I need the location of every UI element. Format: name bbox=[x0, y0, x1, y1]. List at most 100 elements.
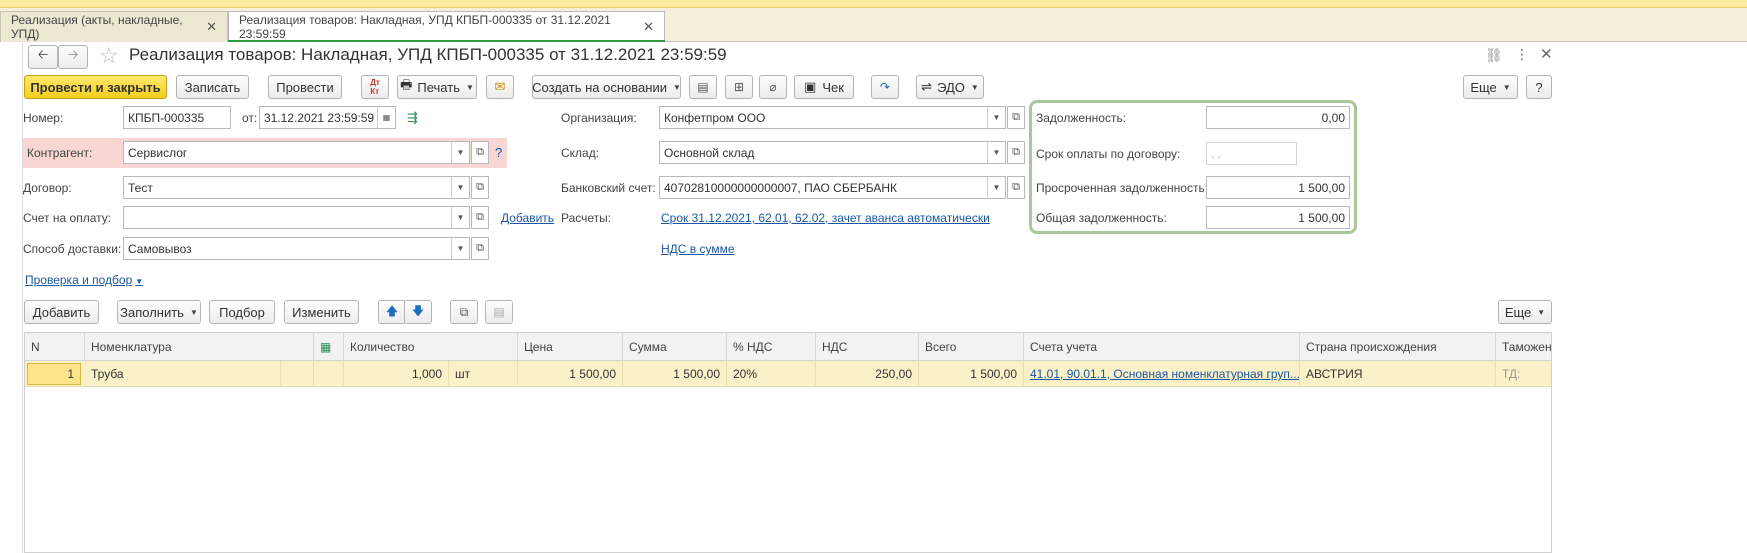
forward-button[interactable]: 🡢 bbox=[58, 45, 88, 69]
col-accounts[interactable]: Счета учета bbox=[1024, 333, 1300, 361]
cell-vat-rate[interactable]: 20% bbox=[727, 361, 816, 387]
more-button[interactable]: Еще ▼ bbox=[1463, 75, 1518, 99]
cell-qty[interactable]: 1,000 bbox=[344, 361, 449, 387]
paperclip-icon[interactable]: ⌀ bbox=[759, 75, 787, 99]
bank-account-value: 40702810000000000007, ПАО СБЕРБАНК bbox=[664, 180, 897, 195]
cell-unit[interactable]: шт bbox=[449, 361, 518, 387]
open-icon[interactable]: ⧉ bbox=[1007, 106, 1025, 129]
copy-icon[interactable]: ⧉ bbox=[450, 300, 478, 324]
open-icon[interactable]: ⧉ bbox=[471, 141, 489, 164]
add-row-button[interactable]: Добавить bbox=[24, 300, 99, 324]
history-icon[interactable]: ⇶ bbox=[407, 110, 418, 126]
col-sum[interactable]: Сумма bbox=[623, 333, 727, 361]
chevron-down-icon[interactable]: ▼ bbox=[451, 177, 469, 198]
warehouse-field[interactable]: Основной склад ▼ bbox=[659, 141, 1006, 164]
counterparty-field[interactable]: Сервислог ▼ bbox=[123, 141, 470, 164]
pick-button[interactable]: Подбор bbox=[209, 300, 275, 324]
table-row[interactable]: 1 Труба 1,000 шт 1 500,00 1 500,00 20% 2… bbox=[25, 361, 1551, 387]
col-item[interactable]: Номенклатура bbox=[85, 333, 314, 361]
edo-button[interactable]: ⇌ ЭДО ▼ bbox=[916, 75, 984, 99]
table-header: N Номенклатура ▦ Количество Цена Сумма %… bbox=[25, 333, 1551, 361]
create-based-on-button[interactable]: Создать на основании ▼ bbox=[532, 75, 681, 99]
chevron-down-icon[interactable]: ▼ bbox=[987, 177, 1005, 198]
check-and-pick-link[interactable]: Проверка и подбор ▼ bbox=[25, 273, 143, 287]
post-and-close-button[interactable]: Провести и закрыть bbox=[24, 75, 167, 99]
question-icon[interactable]: ? bbox=[495, 145, 502, 160]
col-vat[interactable]: НДС bbox=[816, 333, 919, 361]
receipt-button[interactable]: ▣ Чек bbox=[794, 75, 854, 99]
col-barcode-icon[interactable]: ▦ bbox=[314, 333, 344, 361]
date-value: 31.12.2021 23:59:59 bbox=[264, 110, 375, 125]
close-icon[interactable]: ✕ bbox=[1540, 45, 1553, 63]
col-country[interactable]: Страна происхождения bbox=[1300, 333, 1496, 361]
open-icon[interactable]: ⧉ bbox=[471, 237, 489, 260]
move-up-icon[interactable]: 🡅 bbox=[378, 300, 406, 324]
more-vertical-icon[interactable]: ⋮ bbox=[1515, 46, 1529, 63]
col-n[interactable]: N bbox=[25, 333, 85, 361]
open-icon[interactable]: ⧉ bbox=[1007, 141, 1025, 164]
calendar-icon[interactable]: ▦ bbox=[377, 107, 395, 128]
vat-link[interactable]: НДС в сумме bbox=[661, 242, 735, 256]
open-icon[interactable]: ⧉ bbox=[471, 176, 489, 199]
table-more-button[interactable]: Еще ▼ bbox=[1498, 300, 1552, 324]
chevron-down-icon[interactable]: ▼ bbox=[987, 107, 1005, 128]
contract-field[interactable]: Тест ▼ bbox=[123, 176, 470, 199]
cell-n[interactable]: 1 bbox=[27, 363, 81, 385]
save-button[interactable]: Записать bbox=[176, 75, 249, 99]
number-field[interactable]: КПБП-000335 bbox=[123, 106, 231, 129]
back-button[interactable]: 🡠 bbox=[28, 45, 58, 69]
cell-vat[interactable]: 250,00 bbox=[816, 361, 919, 387]
cell-item[interactable]: Труба bbox=[85, 361, 281, 387]
document-list-icon[interactable]: ▤ bbox=[689, 75, 717, 99]
settlements-link[interactable]: Срок 31.12.2021, 62.01, 62.02, зачет ава… bbox=[661, 211, 990, 225]
workflow-arrow-icon[interactable]: ↷ bbox=[871, 75, 899, 99]
cell-total[interactable]: 1 500,00 bbox=[919, 361, 1024, 387]
printer-icon: 🖶 bbox=[400, 77, 413, 92]
invoice-field[interactable]: ▼ bbox=[123, 206, 470, 229]
delivery-field[interactable]: Самовывоз ▼ bbox=[123, 237, 470, 260]
move-down-icon[interactable]: 🡇 bbox=[404, 300, 432, 324]
accounts-link[interactable]: 41.01, 90.01.1, Основная номенклатурная … bbox=[1030, 367, 1299, 381]
structure-icon[interactable]: ⊞ bbox=[725, 75, 753, 99]
cell-accounts[interactable]: 41.01, 90.01.1, Основная номенклатурная … bbox=[1024, 361, 1300, 387]
cell-customs[interactable]: ТД: bbox=[1496, 361, 1551, 387]
email-icon[interactable]: ✉ bbox=[486, 75, 514, 99]
dt-kt-icon[interactable]: Дт Кт bbox=[361, 75, 389, 99]
col-qty[interactable]: Количество bbox=[344, 333, 518, 361]
col-vat-rate[interactable]: % НДС bbox=[727, 333, 816, 361]
fill-button[interactable]: Заполнить ▼ bbox=[117, 300, 201, 324]
paste-icon[interactable]: ▤ bbox=[485, 300, 513, 324]
chevron-down-icon[interactable]: ▼ bbox=[451, 238, 469, 259]
col-price[interactable]: Цена bbox=[518, 333, 623, 361]
chevron-down-icon[interactable]: ▼ bbox=[987, 142, 1005, 163]
goods-table[interactable]: N Номенклатура ▦ Количество Цена Сумма %… bbox=[24, 332, 1552, 553]
print-button[interactable]: 🖶 Печать ▼ bbox=[397, 75, 477, 99]
close-icon[interactable]: ✕ bbox=[643, 19, 654, 35]
close-icon[interactable]: ✕ bbox=[206, 19, 217, 35]
cell-barcode[interactable] bbox=[314, 361, 344, 387]
help-button[interactable]: ? bbox=[1526, 75, 1552, 99]
chevron-down-icon: ▼ bbox=[1502, 82, 1511, 92]
tab-sales-list[interactable]: Реализация (акты, накладные, УПД) ✕ bbox=[0, 11, 228, 42]
overdue-debt-field: 1 500,00 bbox=[1206, 176, 1350, 199]
link-icon[interactable]: ⛓ bbox=[1485, 47, 1503, 64]
cell-item-extra[interactable] bbox=[281, 361, 314, 387]
bank-account-field[interactable]: 40702810000000000007, ПАО СБЕРБАНК ▼ bbox=[659, 176, 1006, 199]
cell-sum[interactable]: 1 500,00 bbox=[623, 361, 727, 387]
organization-field[interactable]: Конфетпром ООО ▼ bbox=[659, 106, 1006, 129]
col-total[interactable]: Всего bbox=[919, 333, 1024, 361]
date-field[interactable]: 31.12.2021 23:59:59 ▦ bbox=[259, 106, 396, 129]
col-customs[interactable]: Таможен bbox=[1496, 333, 1551, 361]
favorite-star-icon[interactable]: ☆ bbox=[99, 43, 119, 69]
chevron-down-icon[interactable]: ▼ bbox=[451, 207, 469, 228]
change-button[interactable]: Изменить bbox=[284, 300, 359, 324]
post-button[interactable]: Провести bbox=[268, 75, 342, 99]
open-icon[interactable]: ⧉ bbox=[471, 206, 489, 229]
organization-label: Организация: bbox=[561, 111, 637, 125]
chevron-down-icon[interactable]: ▼ bbox=[451, 142, 469, 163]
open-icon[interactable]: ⧉ bbox=[1007, 176, 1025, 199]
add-invoice-link[interactable]: Добавить bbox=[501, 211, 554, 225]
cell-price[interactable]: 1 500,00 bbox=[518, 361, 623, 387]
cell-country[interactable]: АВСТРИЯ bbox=[1300, 361, 1496, 387]
tab-sales-document[interactable]: Реализация товаров: Накладная, УПД КПБП-… bbox=[228, 11, 665, 42]
